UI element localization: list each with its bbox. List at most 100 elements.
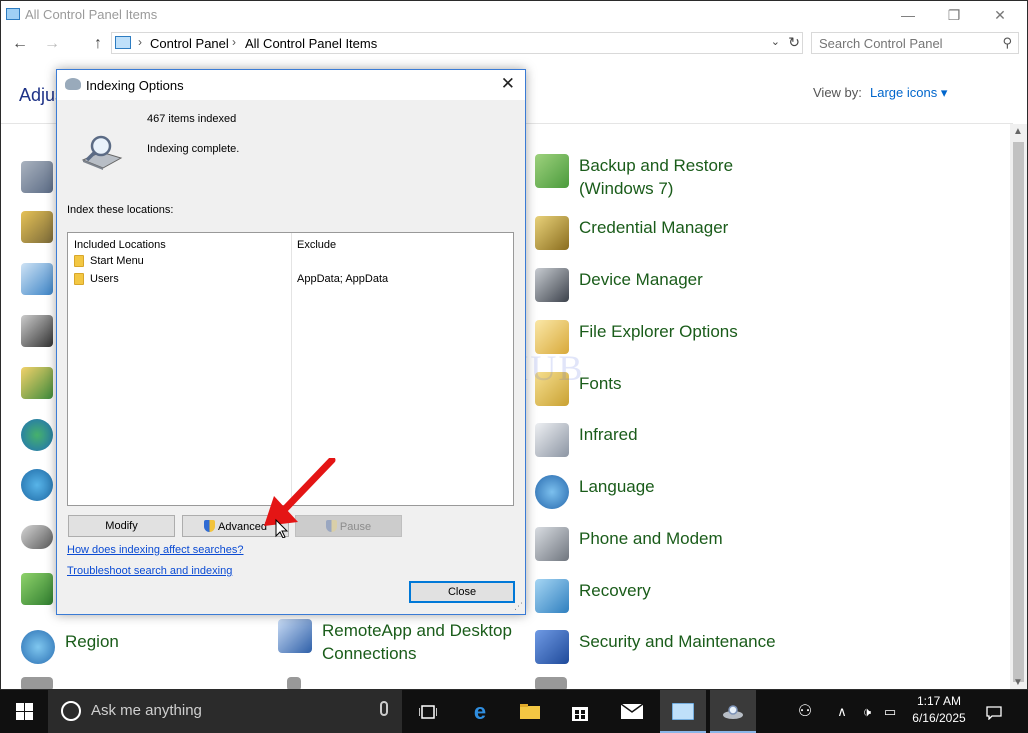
navigation-bar: ← → ↑ › Control Panel › All Control Pane… [1,29,1027,59]
breadcrumb-all-items[interactable]: All Control Panel Items [245,36,377,51]
close-button[interactable]: Close [409,581,515,603]
modify-button[interactable]: Modify [68,515,175,537]
admin-tools-icon[interactable] [21,161,53,193]
file-explorer-icon[interactable] [510,690,550,733]
backup-icon [535,154,569,188]
remoteapp-icon [278,619,312,653]
cortana-icon [61,701,81,721]
clock-time: 1:17 AM [916,694,962,708]
infrared-icon [535,423,569,457]
window-title: All Control Panel Items [25,7,158,22]
how-indexing-link[interactable]: How does indexing affect searches? [67,544,244,556]
devices-printers-icon[interactable] [21,315,53,347]
control-panel-icon [115,36,131,49]
globe-icon [21,630,55,664]
index-locations-label: Index these locations: [67,204,174,216]
restore-button[interactable]: ❐ [931,1,977,29]
location-name: Start Menu [90,255,144,267]
keys-icon[interactable] [21,211,53,243]
device-manager-icon [535,268,569,302]
resize-grip-icon[interactable]: ⋰ [514,601,523,612]
power-options-icon[interactable] [21,573,53,605]
recovery-icon [535,579,569,613]
scroll-up-icon[interactable]: ▲ [1013,126,1023,137]
date-time-icon[interactable] [21,263,53,295]
cortana-placeholder: Ask me anything [91,702,202,719]
troubleshoot-link[interactable]: Troubleshoot search and indexing [67,565,232,577]
indexing-icon [65,78,81,90]
breadcrumb-separator[interactable]: › [138,35,142,49]
credential-icon [535,216,569,250]
breadcrumb-control-panel[interactable]: Control Panel [150,36,229,51]
start-button[interactable] [0,690,48,733]
system-clock[interactable]: 1:17 AM 6/16/2025 [898,693,980,727]
cp-item-label: Phone and Modem [579,529,723,548]
minimize-button[interactable]: — [885,1,931,29]
search-input[interactable] [812,33,992,53]
control-panel-taskbar-icon[interactable] [660,690,706,733]
store-icon[interactable] [560,690,600,733]
language-icon [535,475,569,509]
cp-item-label: Security and Maintenance [579,632,776,651]
storage-spaces-icon[interactable] [535,677,567,689]
edge-icon[interactable]: e [460,690,500,733]
column-header-included[interactable]: Included Locations [74,239,166,251]
location-exclude: AppData; AppData [297,273,389,285]
search-icon[interactable]: ⚲ [1002,35,1012,51]
cp-item-label: Recovery [579,581,651,600]
phone-icon [535,527,569,561]
mail-icon[interactable] [612,690,652,733]
address-bar[interactable]: › Control Panel › All Control Panel Item… [111,32,803,54]
scroll-down-icon[interactable]: ▼ [1013,677,1023,688]
vertical-scrollbar[interactable]: ▲ ▼ [1010,124,1027,689]
flag-icon [535,630,569,664]
up-button[interactable]: ↑ [87,33,109,55]
sound-icon[interactable] [21,677,53,689]
internet-options-icon[interactable] [21,469,53,501]
homegroup-icon[interactable] [21,419,53,451]
clock-date: 6/16/2025 [912,711,966,725]
action-center-icon[interactable] [982,690,1006,733]
cp-item-label: Credential Manager [579,218,729,237]
column-header-exclude[interactable]: Exclude [297,239,336,251]
title-bar: All Control Panel Items — ❐ ✕ [1,1,1027,29]
indexing-options-taskbar-icon[interactable] [710,690,756,733]
people-icon[interactable]: ⚇ [790,690,820,733]
back-button[interactable]: ← [9,33,31,55]
list-item[interactable]: Start Menu [68,253,513,271]
refresh-icon[interactable]: ↻ [788,34,800,51]
task-view-icon[interactable] [408,690,448,733]
location-name: Users [90,273,119,285]
mouse-icon[interactable] [21,525,53,549]
dialog-close-icon[interactable]: ✕ [501,74,515,94]
speech-recognition-icon[interactable] [287,677,301,689]
taskbar: Ask me anything e ⚇ ∧ 🕩 ▭ 1:17 AM 6/16/2… [0,690,1028,733]
control-panel-icon [6,8,20,20]
file-history-icon[interactable] [21,367,53,399]
cortana-search-box[interactable]: Ask me anything [48,690,402,733]
folder-icon [74,273,84,285]
cp-item-label: Backup and Restore (Windows 7) [579,156,734,198]
search-box[interactable]: ⚲ [811,32,1019,54]
uac-shield-icon [204,519,216,532]
breadcrumb-separator[interactable]: › [232,35,236,49]
forward-button[interactable]: → [41,33,63,55]
network-icon[interactable]: ▭ [880,690,900,733]
magnifier-drive-icon [81,135,123,170]
address-dropdown-icon[interactable]: ⌄ [771,35,780,48]
view-by-dropdown[interactable]: Large icons ▾ [870,85,947,101]
scroll-thumb[interactable] [1013,142,1024,682]
microphone-icon[interactable] [380,701,388,716]
cp-item-label: Language [579,477,655,496]
indexing-status: Indexing complete. [147,143,240,155]
dialog-title: Indexing Options [86,78,184,93]
cp-item-label: Fonts [579,374,622,393]
volume-icon[interactable]: 🕩 [856,690,878,733]
dialog-title-bar: Indexing Options ✕ [57,70,525,100]
items-indexed-count: 467 items indexed [147,113,237,125]
show-hidden-icons[interactable]: ∧ [832,690,852,733]
cp-item-label: Region [65,632,119,651]
close-window-button[interactable]: ✕ [977,1,1023,29]
list-item[interactable]: Users AppData; AppData [68,271,513,289]
cp-item-label: Device Manager [579,270,703,289]
